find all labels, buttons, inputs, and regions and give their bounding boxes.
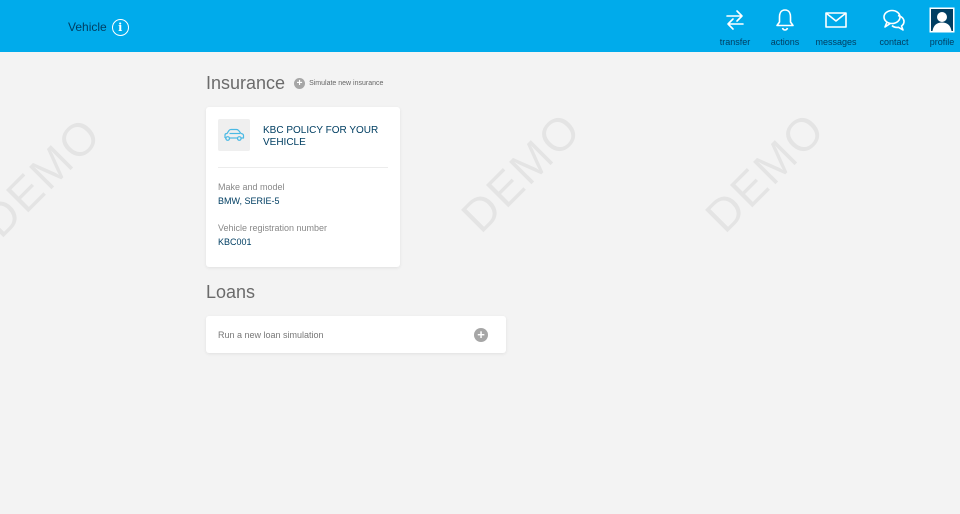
nav-label: actions [770,37,800,47]
info-icon[interactable]: i [111,18,129,36]
divider [218,167,388,168]
registration-value: KBC001 [218,237,252,247]
simulate-insurance-link[interactable]: + Simulate new insurance [294,78,383,89]
plus-circle-icon: + [294,78,306,89]
loan-simulation-label: Run a new loan simulation [218,329,324,340]
loans-title: Loans [206,282,256,302]
watermark: DEMO [694,101,836,243]
nav-messages[interactable]: messages [814,0,858,52]
nav-label: transfer [719,37,751,47]
policy-card[interactable]: KBC POLICY FOR YOUR VEHICLE Make and mod… [206,107,400,267]
insurance-title: Insurance [206,73,286,93]
envelope-icon [825,12,847,28]
watermark: DEMO [0,106,112,248]
make-model-label: Make and model [218,182,285,192]
loans-header: Loans [206,282,255,303]
registration-label: Vehicle registration number [218,223,328,233]
transfer-icon [726,10,744,30]
page: DEMO DEMO DEMO Vehicle i transfer action… [0,0,960,514]
top-bar: Vehicle i transfer actions messages cont… [0,0,960,52]
plus-circle-icon: + [474,327,488,342]
watermark: DEMO [450,101,592,243]
car-icon [224,128,245,141]
page-title-group: Vehicle i [68,18,129,36]
chat-icon [883,9,905,31]
policy-name: KBC POLICY FOR YOUR VEHICLE [263,125,379,148]
bell-icon [776,9,794,31]
car-icon-box [218,119,250,151]
nav-label: profile [929,37,955,47]
nav-label: messages [815,37,857,47]
make-model-value: BMW, SERIE-5 [218,196,280,206]
page-title: Vehicle [68,20,107,34]
nav-label: contact [879,37,909,47]
nav-transfer[interactable]: transfer [717,0,753,52]
user-icon [929,7,955,33]
nav-actions[interactable]: actions [767,0,803,52]
insurance-header: Insurance + Simulate new insurance [206,73,383,94]
loan-simulation-button[interactable]: Run a new loan simulation + [206,316,506,353]
nav-profile[interactable]: profile [924,0,960,52]
nav-contact[interactable]: contact [876,0,912,52]
simulate-insurance-label: Simulate new insurance [309,80,384,87]
